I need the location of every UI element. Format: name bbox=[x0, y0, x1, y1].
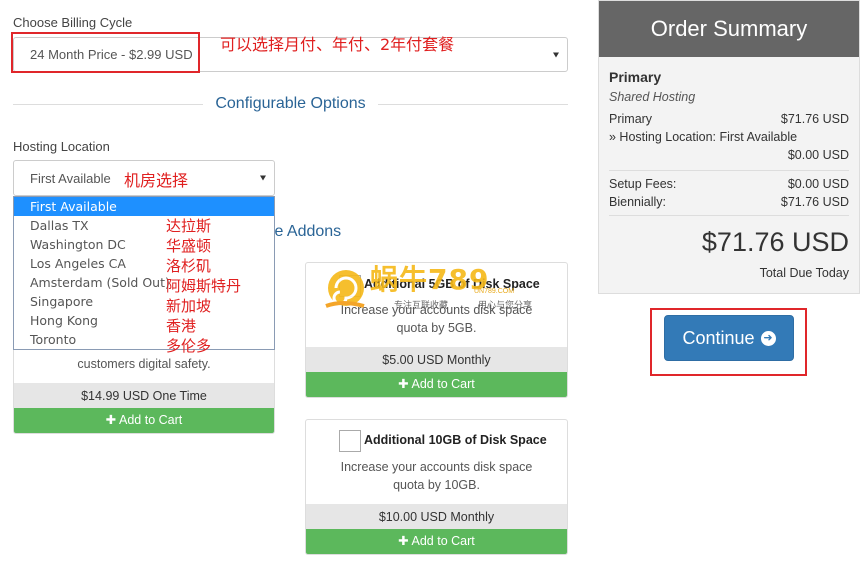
billing-highlight-box bbox=[11, 32, 200, 73]
addon-left-desc: customers digital safety. bbox=[77, 357, 211, 371]
billing-cycle-label: Choose Billing Cycle bbox=[13, 15, 133, 30]
order-summary-panel: Order Summary Primary Shared Hosting Pri… bbox=[598, 0, 860, 294]
cycle-label: Biennially: bbox=[609, 195, 666, 209]
addon-5gb-add-to-cart-button[interactable]: ✚ Add to Cart bbox=[306, 372, 567, 397]
plus-icon: ✚ bbox=[398, 534, 412, 548]
addon-5gb-price: $5.00 USD Monthly bbox=[306, 347, 567, 373]
divider-right bbox=[378, 104, 568, 105]
summary-line-primary: Primary $71.76 USD bbox=[609, 112, 849, 126]
addon-left-price: $14.99 USD One Time bbox=[14, 383, 274, 409]
hosting-location-label: Hosting Location bbox=[13, 139, 110, 154]
option-annotation: 香港 bbox=[166, 317, 197, 335]
addon-card-10gb: Additional 10GB of Disk Space Increase y… bbox=[305, 419, 568, 555]
addon-10gb-price: $10.00 USD Monthly bbox=[306, 504, 567, 530]
option-annotation: 新加坡 bbox=[166, 297, 212, 315]
continue-label: Continue bbox=[682, 327, 755, 348]
add-to-cart-label: Add to Cart bbox=[411, 377, 475, 391]
hosting-location-annotation: 机房选择 bbox=[124, 171, 189, 190]
divider-left bbox=[13, 104, 203, 105]
summary-total-label: Total Due Today bbox=[759, 266, 849, 280]
addon-5gb-name: Additional 5GB of Disk Space bbox=[364, 277, 540, 291]
summary-line-option-price: $0.00 USD bbox=[609, 148, 849, 162]
option-annotation: 达拉斯 bbox=[166, 217, 212, 235]
summary-total: $71.76 USD bbox=[701, 227, 849, 257]
option-line-price: $0.00 USD bbox=[787, 148, 849, 162]
continue-button[interactable]: Continue ➜ bbox=[664, 315, 794, 361]
billing-annotation: 可以选择月付、年付、2年付套餐 bbox=[220, 35, 455, 54]
addon-10gb-name: Additional 10GB of Disk Space bbox=[364, 433, 547, 447]
add-to-cart-label: Add to Cart bbox=[411, 534, 475, 548]
plus-icon: ✚ bbox=[105, 413, 120, 427]
line-item-price: $71.76 USD bbox=[780, 112, 849, 126]
plus-icon: ✚ bbox=[398, 377, 412, 391]
summary-product-group: Shared Hosting bbox=[609, 90, 696, 104]
cycle-value: $71.76 USD bbox=[780, 195, 849, 209]
add-to-cart-label: Add to Cart bbox=[119, 413, 183, 427]
addon-10gb-add-to-cart-button[interactable]: ✚ Add to Cart bbox=[306, 529, 567, 554]
hosting-location-value: First Available bbox=[30, 170, 111, 186]
option-annotation: 华盛顿 bbox=[166, 237, 212, 255]
option-annotation: 洛杉矶 bbox=[166, 257, 212, 275]
summary-cycle: Biennially: $71.76 USD bbox=[609, 195, 849, 209]
summary-divider-1 bbox=[609, 170, 849, 171]
addon-10gb-desc: Increase your accounts disk space quota … bbox=[340, 460, 533, 492]
setup-fees-label: Setup Fees: bbox=[609, 177, 677, 191]
arrow-right-circle-icon: ➜ bbox=[760, 330, 776, 346]
setup-fees-value: $0.00 USD bbox=[787, 177, 849, 191]
summary-setup-fees: Setup Fees: $0.00 USD bbox=[609, 177, 849, 191]
summary-divider-2 bbox=[609, 215, 849, 216]
chevron-down-icon bbox=[260, 175, 266, 181]
option-line-label: » Hosting Location: First Available bbox=[609, 130, 798, 144]
chevron-down-icon bbox=[553, 52, 559, 57]
summary-line-option: » Hosting Location: First Available bbox=[609, 130, 849, 144]
option-annotation: 阿姆斯特丹 bbox=[166, 277, 242, 295]
addon-10gb-checkbox[interactable] bbox=[339, 430, 361, 452]
configurable-options-title: Configurable Options bbox=[215, 95, 366, 112]
dropdown-annotations: 达拉斯华盛顿洛杉矶阿姆斯特丹新加坡香港多伦多 bbox=[166, 216, 241, 356]
line-item-label: Primary bbox=[609, 112, 653, 126]
option-annotation: 多伦多 bbox=[166, 337, 212, 355]
addon-5gb-checkbox[interactable] bbox=[339, 275, 361, 297]
summary-product-name: Primary bbox=[609, 69, 662, 85]
order-summary-title: Order Summary bbox=[599, 1, 859, 57]
addon-card-5gb: Additional 5GB of Disk Space Increase yo… bbox=[305, 262, 568, 398]
addon-left-add-to-cart-button[interactable]: ✚ Add to Cart bbox=[14, 408, 274, 433]
dropdown-option[interactable]: First Available bbox=[14, 197, 274, 216]
addon-5gb-desc: Increase your accounts disk space quota … bbox=[340, 303, 533, 335]
